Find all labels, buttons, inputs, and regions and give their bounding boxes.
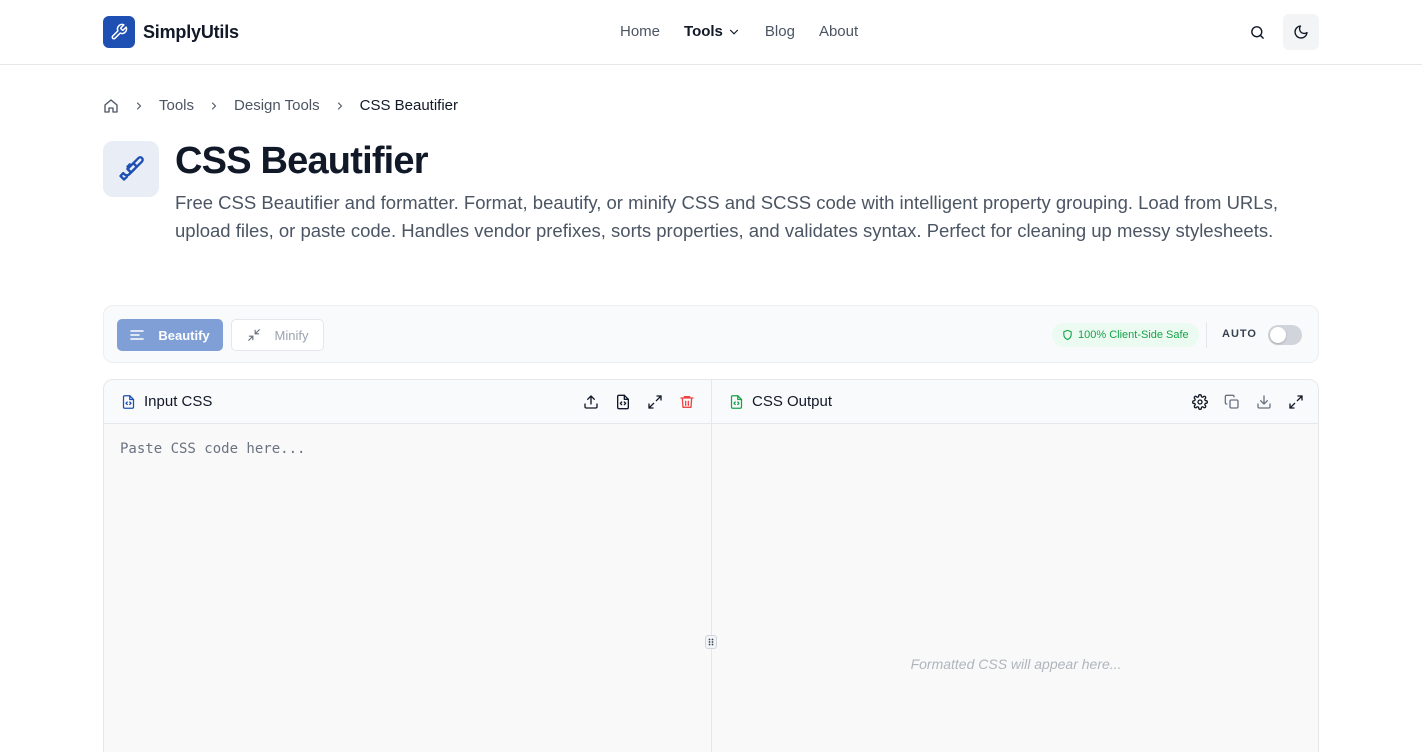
brand-name: SimplyUtils <box>143 21 239 42</box>
page-description: Free CSS Beautifier and formatter. Forma… <box>175 192 1278 241</box>
file-code-icon <box>730 394 743 409</box>
file-code-icon <box>617 394 629 410</box>
input-pane: Input CSS <box>104 380 712 752</box>
main-nav: Home Tools Blog About <box>620 23 858 40</box>
trash-icon <box>680 396 694 408</box>
theme-toggle-button[interactable] <box>1283 14 1319 50</box>
breadcrumb-current: CSS Beautifier <box>359 97 459 114</box>
output-pane-header: CSS Output <box>712 380 1318 424</box>
copy-icon <box>1224 394 1239 409</box>
chevron-right-icon <box>211 101 217 110</box>
nav-about[interactable]: About <box>819 23 858 40</box>
input-pane-header: Input CSS <box>104 380 711 424</box>
search-icon <box>1250 25 1264 39</box>
beautify-button[interactable]: Beautify <box>117 319 223 351</box>
minify-button[interactable]: Minify <box>231 319 324 351</box>
sample-file-button[interactable] <box>613 392 633 412</box>
client-side-safe-badge: 100% Client-Side Safe <box>1052 323 1199 347</box>
output-pane-actions <box>1190 392 1306 412</box>
input-pane-label: Input CSS <box>144 393 213 410</box>
expand-input-button[interactable] <box>645 392 665 412</box>
expand-icon <box>648 395 662 409</box>
nav-home[interactable]: Home <box>620 23 660 40</box>
breadcrumb-tools[interactable]: Tools <box>159 97 194 114</box>
wrench-icon <box>103 16 135 48</box>
auto-label: AUTO <box>1222 328 1257 340</box>
shield-icon <box>1063 329 1072 341</box>
page-title: CSS Beautifier <box>175 140 429 182</box>
upload-icon <box>584 395 598 409</box>
brand-logo[interactable]: SimplyUtils <box>103 16 239 48</box>
output-placeholder: Formatted CSS will appear here... <box>910 656 1122 672</box>
nav-tools[interactable]: Tools <box>684 23 741 40</box>
expand-icon <box>1289 395 1303 409</box>
editor-panels: Input CSS CSS Out <box>103 379 1319 752</box>
formatter-toolbar: Beautify Minify 100% Client-Side Safe AU… <box>103 305 1319 363</box>
moon-icon <box>1294 25 1308 39</box>
gear-icon <box>1192 394 1208 410</box>
chevron-right-icon <box>337 101 342 110</box>
breadcrumb: Tools Design Tools CSS Beautifier <box>103 97 458 114</box>
input-css-textarea[interactable] <box>104 424 711 752</box>
home-icon[interactable] <box>103 98 119 114</box>
breadcrumb-design-tools[interactable]: Design Tools <box>234 97 320 114</box>
paintbrush-icon <box>103 141 159 197</box>
align-left-icon <box>130 330 145 340</box>
copy-output-button[interactable] <box>1222 392 1242 412</box>
site-header: SimplyUtils Home Tools Blog About <box>0 0 1422 65</box>
nav-blog[interactable]: Blog <box>765 23 795 40</box>
output-pane-title: CSS Output <box>729 393 832 410</box>
beautify-label: Beautify <box>158 327 210 343</box>
input-pane-title: Input CSS <box>121 393 212 410</box>
auto-toggle-knob <box>1270 327 1286 343</box>
pane-resize-handle[interactable] <box>705 635 717 649</box>
chevron-right-icon <box>136 101 142 110</box>
minify-label: Minify <box>274 327 309 343</box>
auto-toggle[interactable] <box>1268 325 1302 345</box>
minimize-icon <box>247 329 260 341</box>
file-code-icon <box>122 394 135 409</box>
upload-button[interactable] <box>581 392 601 412</box>
output-pane: CSS Output Formatted CSS will appear her… <box>712 380 1318 752</box>
search-button[interactable] <box>1241 16 1273 48</box>
toolbar-divider <box>1206 322 1207 348</box>
clear-input-button[interactable] <box>677 392 697 412</box>
expand-output-button[interactable] <box>1286 392 1306 412</box>
grip-icon <box>708 638 714 646</box>
nav-tools-label: Tools <box>684 23 723 40</box>
chevron-down-icon <box>729 29 738 35</box>
input-pane-actions <box>581 392 697 412</box>
output-pane-label: CSS Output <box>752 393 833 410</box>
safe-badge-label: 100% Client-Side Safe <box>1078 329 1189 341</box>
download-icon <box>1257 395 1271 409</box>
settings-button[interactable] <box>1190 392 1210 412</box>
download-output-button[interactable] <box>1254 392 1274 412</box>
